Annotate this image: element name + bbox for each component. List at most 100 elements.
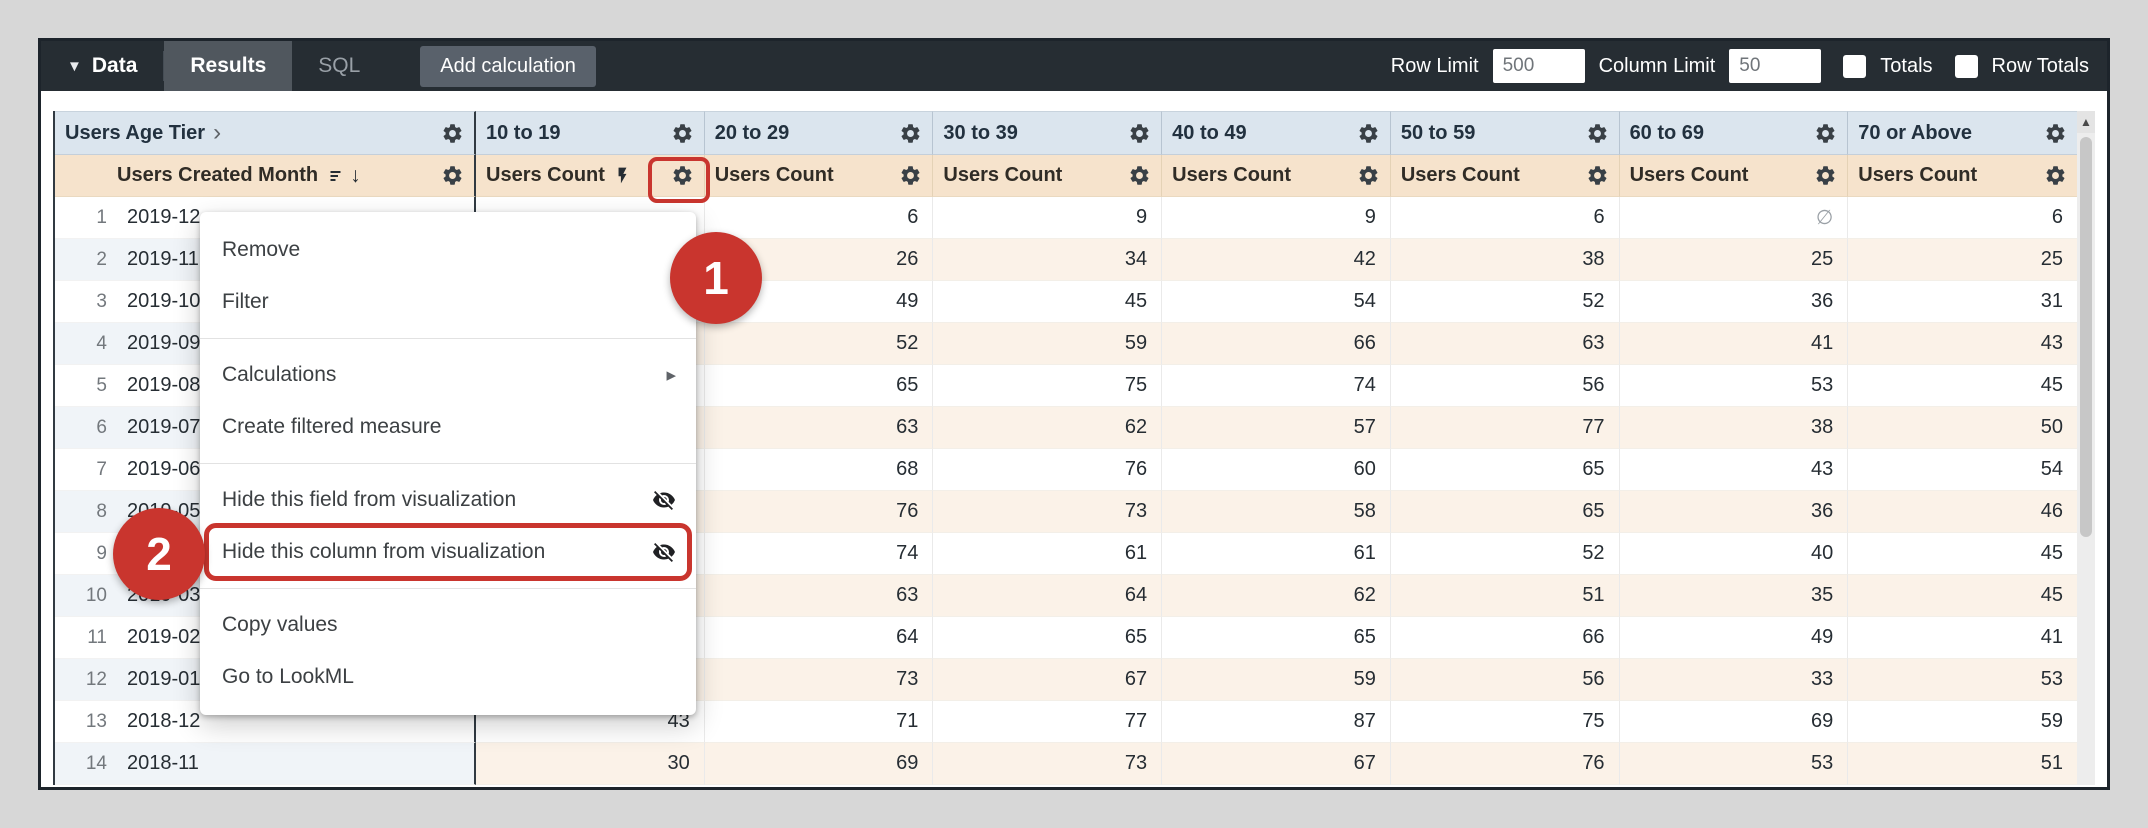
measure-cell[interactable]: 66: [1162, 323, 1391, 365]
measure-cell[interactable]: 38: [1620, 407, 1849, 449]
tab-results[interactable]: Results: [164, 41, 292, 91]
pivot-column-gear-icon[interactable]: [1357, 122, 1380, 145]
measure-cell[interactable]: 56: [1391, 365, 1620, 407]
dimension-cell[interactable]: 2018-11: [119, 743, 476, 785]
measure-cell[interactable]: 43: [1848, 323, 2077, 365]
tab-sql[interactable]: SQL: [292, 41, 386, 91]
measure-cell[interactable]: 56: [1391, 659, 1620, 701]
measure-cell[interactable]: 76: [705, 491, 934, 533]
pivot-column-header[interactable]: 30 to 39: [933, 111, 1162, 155]
totals-checkbox[interactable]: [1843, 55, 1866, 78]
measure-cell[interactable]: 57: [1162, 407, 1391, 449]
measure-cell[interactable]: 33: [1620, 659, 1849, 701]
measure-cell[interactable]: 77: [1391, 407, 1620, 449]
menu-item-create-filtered-measure[interactable]: Create filtered measure: [200, 401, 696, 453]
measure-cell[interactable]: 45: [1848, 533, 2077, 575]
pivot-column-header[interactable]: 20 to 29: [705, 111, 934, 155]
measure-cell[interactable]: 6: [1391, 197, 1620, 239]
measure-cell[interactable]: 59: [933, 323, 1162, 365]
measure-cell[interactable]: 65: [1162, 617, 1391, 659]
measure-cell[interactable]: 76: [933, 449, 1162, 491]
menu-item-copy-values[interactable]: Copy values: [200, 599, 696, 651]
measure-field-gear-icon[interactable]: [1814, 164, 1837, 187]
measure-cell[interactable]: 53: [1848, 659, 2077, 701]
measure-cell[interactable]: 9: [1162, 197, 1391, 239]
measure-field-header[interactable]: Users Count: [1848, 155, 2077, 197]
pivot-column-header[interactable]: 10 to 19: [476, 111, 705, 155]
pivot-column-gear-icon[interactable]: [2044, 122, 2067, 145]
measure-cell[interactable]: 63: [1391, 323, 1620, 365]
measure-cell[interactable]: 41: [1848, 617, 2077, 659]
vertical-scrollbar[interactable]: ▲: [2077, 111, 2095, 785]
measure-field-header[interactable]: Users Count: [1391, 155, 1620, 197]
menu-item-remove[interactable]: Remove: [200, 224, 696, 276]
measure-cell[interactable]: 53: [1620, 365, 1849, 407]
measure-cell[interactable]: 49: [1620, 617, 1849, 659]
dimension-field-header-cell[interactable]: Users Created Month↓: [55, 155, 476, 197]
measure-cell[interactable]: 67: [933, 659, 1162, 701]
measure-cell[interactable]: 42: [1162, 239, 1391, 281]
measure-cell[interactable]: 30: [476, 743, 705, 785]
pivot-column-header[interactable]: 40 to 49: [1162, 111, 1391, 155]
measure-cell[interactable]: ∅: [1620, 197, 1849, 239]
measure-cell[interactable]: 69: [705, 743, 934, 785]
measure-cell[interactable]: 6: [705, 197, 934, 239]
measure-cell[interactable]: 46: [1848, 491, 2077, 533]
measure-cell[interactable]: 71: [705, 701, 934, 743]
measure-cell[interactable]: 51: [1391, 575, 1620, 617]
row-limit-input[interactable]: [1493, 49, 1585, 83]
row-totals-checkbox[interactable]: [1955, 55, 1978, 78]
menu-item-hide-field[interactable]: Hide this field from visualization: [200, 474, 696, 526]
measure-cell[interactable]: 63: [705, 407, 934, 449]
menu-item-go-to-lookml[interactable]: Go to LookML: [200, 651, 696, 703]
measure-cell[interactable]: 74: [705, 533, 934, 575]
measure-cell[interactable]: 54: [1162, 281, 1391, 323]
pivot-column-header[interactable]: 70 or Above: [1848, 111, 2077, 155]
measure-cell[interactable]: 75: [933, 365, 1162, 407]
measure-field-header[interactable]: Users Count: [705, 155, 934, 197]
measure-cell[interactable]: 40: [1620, 533, 1849, 575]
measure-cell[interactable]: 54: [1848, 449, 2077, 491]
scroll-up-button[interactable]: ▲: [2077, 111, 2095, 133]
scrollbar-thumb[interactable]: [2080, 137, 2092, 537]
measure-field-gear-icon[interactable]: [2044, 164, 2067, 187]
pivot-column-gear-icon[interactable]: [671, 122, 694, 145]
measure-cell[interactable]: 68: [705, 449, 934, 491]
measure-cell[interactable]: 69: [1620, 701, 1849, 743]
pivot-column-gear-icon[interactable]: [899, 122, 922, 145]
measure-cell[interactable]: 36: [1620, 281, 1849, 323]
measure-field-header[interactable]: Users Count: [933, 155, 1162, 197]
measure-cell[interactable]: 35: [1620, 575, 1849, 617]
measure-field-header[interactable]: Users Count: [1620, 155, 1849, 197]
menu-item-calculations[interactable]: Calculations ▸: [200, 349, 696, 401]
measure-cell[interactable]: 73: [933, 491, 1162, 533]
measure-cell[interactable]: 59: [1848, 701, 2077, 743]
measure-cell[interactable]: 65: [1391, 491, 1620, 533]
measure-cell[interactable]: 73: [933, 743, 1162, 785]
measure-cell[interactable]: 50: [1848, 407, 2077, 449]
pivot-column-gear-icon[interactable]: [1814, 122, 1837, 145]
measure-cell[interactable]: 61: [1162, 533, 1391, 575]
measure-cell[interactable]: 36: [1620, 491, 1849, 533]
measure-field-gear-icon[interactable]: [1586, 164, 1609, 187]
menu-item-filter[interactable]: Filter: [200, 276, 696, 328]
measure-field-gear-icon[interactable]: [899, 164, 922, 187]
measure-cell[interactable]: 62: [933, 407, 1162, 449]
tab-data[interactable]: ▼ Data: [41, 41, 163, 91]
measure-cell[interactable]: 61: [933, 533, 1162, 575]
measure-cell[interactable]: 25: [1620, 239, 1849, 281]
measure-cell[interactable]: 52: [705, 323, 934, 365]
measure-field-gear-icon[interactable]: [1128, 164, 1151, 187]
measure-cell[interactable]: 45: [1848, 575, 2077, 617]
measure-cell[interactable]: 31: [1848, 281, 2077, 323]
measure-cell[interactable]: 64: [705, 617, 934, 659]
pivot-column-gear-icon[interactable]: [1128, 122, 1151, 145]
measure-field-header[interactable]: Users Count: [1162, 155, 1391, 197]
measure-cell[interactable]: 60: [1162, 449, 1391, 491]
measure-cell[interactable]: 75: [1391, 701, 1620, 743]
measure-cell[interactable]: 64: [933, 575, 1162, 617]
measure-cell[interactable]: 66: [1391, 617, 1620, 659]
measure-cell[interactable]: 6: [1848, 197, 2077, 239]
measure-cell[interactable]: 65: [1391, 449, 1620, 491]
measure-cell[interactable]: 45: [933, 281, 1162, 323]
